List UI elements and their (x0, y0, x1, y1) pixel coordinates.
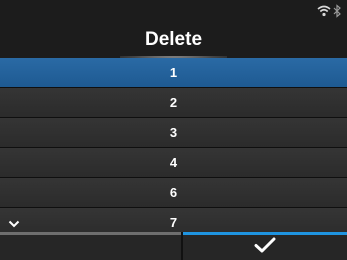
list-item[interactable]: 2 (0, 88, 347, 118)
left-softkey[interactable] (0, 232, 181, 260)
list-item-label: 4 (169, 155, 178, 170)
bluetooth-icon (333, 4, 341, 18)
list-item-label: 2 (169, 95, 178, 110)
list-item[interactable]: 4 (0, 148, 347, 178)
list-item-label: 7 (169, 215, 178, 230)
delete-list: 1 2 3 4 6 7 (0, 58, 347, 238)
list-item[interactable]: 6 (0, 178, 347, 208)
check-icon (254, 237, 276, 258)
list-item[interactable]: 1 (0, 58, 347, 88)
status-bar (317, 0, 341, 22)
list-item-label: 6 (169, 185, 178, 200)
list-item-label: 1 (169, 65, 178, 80)
list-item[interactable]: 3 (0, 118, 347, 148)
list-item-label: 3 (169, 125, 178, 140)
wifi-icon (317, 5, 331, 17)
confirm-button[interactable] (183, 232, 347, 260)
screen: Delete 1 2 3 4 6 7 (0, 0, 347, 260)
chevron-down-icon[interactable] (8, 216, 20, 231)
page-title: Delete (144, 29, 203, 50)
footer-bar (0, 232, 347, 260)
